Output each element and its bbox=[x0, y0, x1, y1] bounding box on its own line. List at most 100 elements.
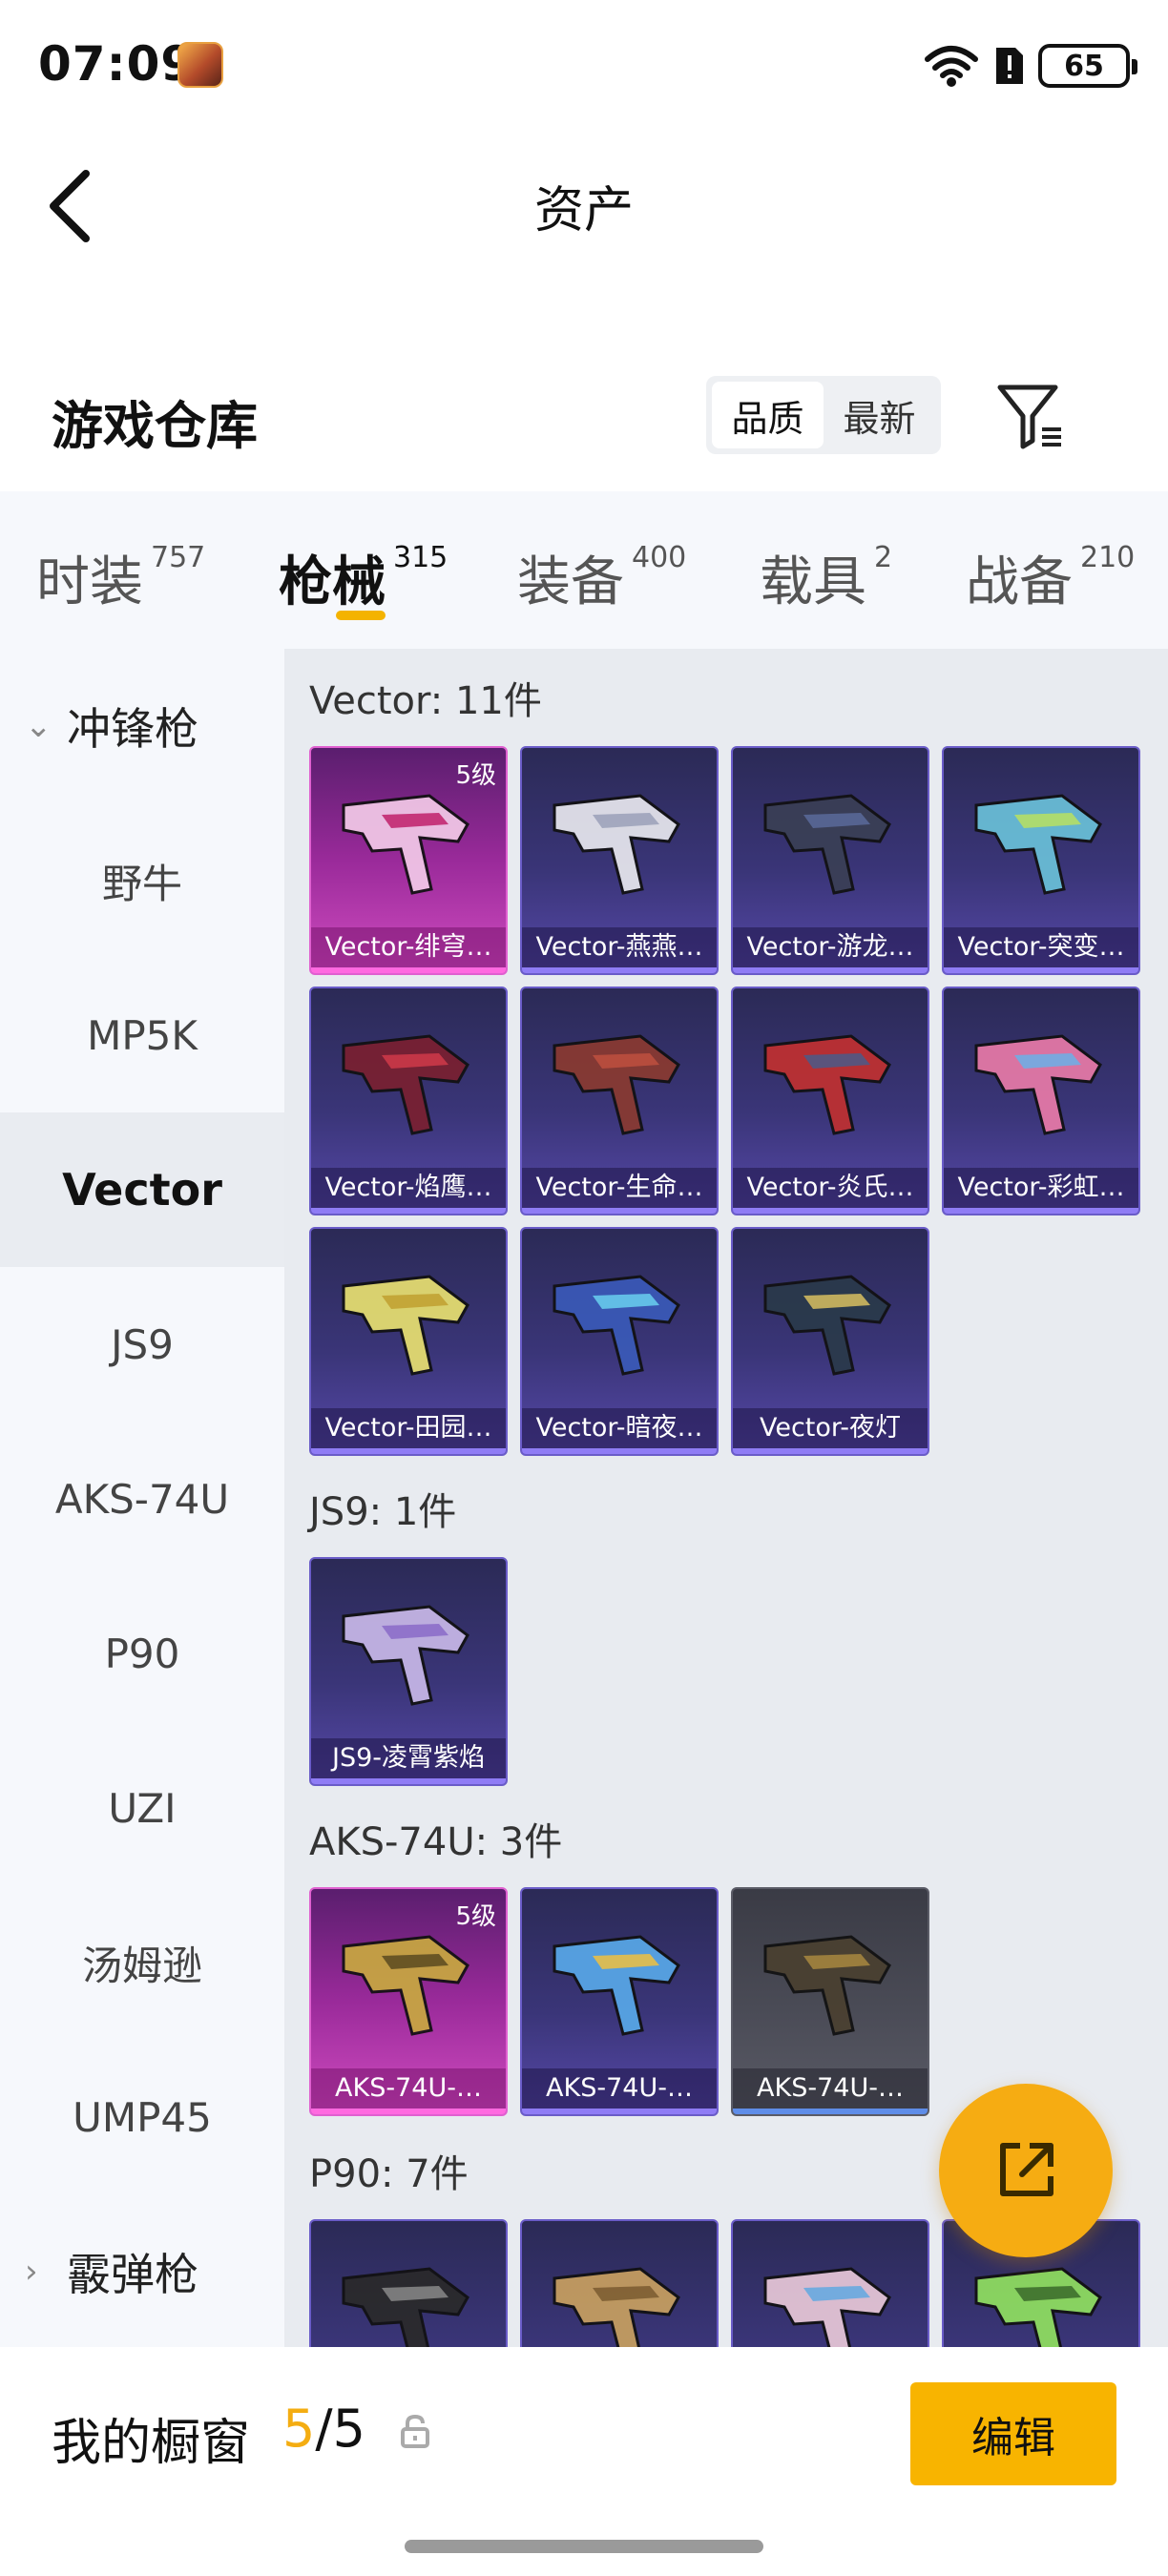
weapon-card-label: Vector-燕燕… bbox=[522, 927, 717, 967]
tab-label: 载具 bbox=[760, 551, 866, 613]
weapon-card[interactable]: Vector-焰鹰… bbox=[309, 987, 508, 1215]
weapon-card[interactable]: AKS-74U-… bbox=[731, 1887, 929, 2116]
sidebar-item-ump45[interactable]: UMP45 bbox=[0, 2040, 284, 2194]
game-app-icon bbox=[177, 42, 223, 88]
battery-level: 65 bbox=[1064, 49, 1104, 83]
weapon-card[interactable]: Vector-彩虹… bbox=[942, 987, 1140, 1215]
sort-toggle: 品质 最新 bbox=[706, 376, 941, 454]
tab-count: 757 bbox=[151, 541, 206, 574]
status-bar: 07:09 65 bbox=[0, 0, 1168, 134]
battery-icon: 65 bbox=[1038, 44, 1137, 88]
sidebar-item-uzi[interactable]: UZI bbox=[0, 1731, 284, 1885]
weapon-card[interactable] bbox=[309, 2219, 508, 2347]
showcase-label: 我的橱窗 bbox=[52, 2415, 251, 2472]
weapon-card[interactable]: 5级 AKS-74U-… bbox=[309, 1887, 508, 2116]
weapon-skin-image bbox=[553, 794, 680, 895]
weapon-card-label: Vector-焰鹰… bbox=[311, 1168, 506, 1208]
warehouse-title: 游戏仓库 bbox=[52, 396, 258, 456]
weapon-card[interactable]: Vector-生命… bbox=[520, 987, 719, 1215]
weapon-card[interactable]: Vector-夜灯 bbox=[731, 1227, 929, 1456]
tab-count: 2 bbox=[874, 541, 893, 574]
section-title-aks74u: AKS-74U: 3件 bbox=[309, 1820, 563, 1864]
sidebar-group-label: 冲锋枪 bbox=[67, 703, 198, 755]
tab-equipment[interactable]: 装备 400 bbox=[517, 539, 686, 616]
sort-latest-button[interactable]: 最新 bbox=[824, 382, 935, 448]
sidebar-item-vector[interactable]: Vector bbox=[0, 1112, 284, 1267]
weapon-card[interactable]: Vector-田园… bbox=[309, 1227, 508, 1456]
weapon-card-label: AKS-74U-… bbox=[522, 2068, 717, 2109]
filter-icon[interactable] bbox=[992, 378, 1069, 454]
tab-count: 315 bbox=[393, 541, 448, 574]
weapon-card-label: Vector-生命… bbox=[522, 1168, 717, 1208]
sidebar-group-shotgun[interactable]: › 霰弹枪 bbox=[0, 2194, 284, 2349]
sidebar-item-aks74u[interactable]: AKS-74U bbox=[0, 1422, 284, 1576]
weapon-card[interactable] bbox=[731, 2219, 929, 2347]
tab-label: 枪械 bbox=[279, 551, 386, 613]
weapon-card[interactable]: 5级 Vector-绯穹… bbox=[309, 746, 508, 975]
tab-supplies[interactable]: 战备 210 bbox=[966, 539, 1135, 616]
sidebar-item-bizon[interactable]: 野牛 bbox=[0, 803, 284, 958]
weapon-skin-image bbox=[763, 1034, 891, 1135]
showcase-count: 5/5 bbox=[282, 2399, 365, 2459]
weapon-card[interactable] bbox=[520, 2219, 719, 2347]
weapon-skin-image bbox=[342, 1034, 469, 1135]
showcase-separator: / bbox=[315, 2399, 333, 2459]
sidebar-item-mp5k[interactable]: MP5K bbox=[0, 958, 284, 1112]
showcase-total: 5 bbox=[332, 2399, 365, 2459]
weapon-skin-image bbox=[553, 1935, 680, 2036]
tab-firearms[interactable]: 枪械 315 bbox=[279, 539, 448, 616]
level-badge: 5级 bbox=[455, 761, 496, 790]
weapon-card[interactable]: Vector-游龙… bbox=[731, 746, 929, 975]
tab-count: 210 bbox=[1080, 541, 1136, 574]
edit-showcase-button[interactable]: 编辑 bbox=[910, 2382, 1116, 2485]
weapon-skin-image bbox=[763, 1935, 891, 2036]
weapon-card[interactable]: AKS-74U-… bbox=[520, 1887, 719, 2116]
weapon-card-label: Vector-炎氏… bbox=[733, 1168, 928, 1208]
weapon-skin-image bbox=[553, 1034, 680, 1135]
weapon-skin-image bbox=[974, 794, 1102, 895]
weapon-card-label: Vector-暗夜… bbox=[522, 1408, 717, 1448]
section-title-p90: P90: 7件 bbox=[309, 2152, 469, 2196]
sidebar-item-thompson[interactable]: 汤姆逊 bbox=[0, 1885, 284, 2040]
page-title: 资产 bbox=[533, 182, 634, 239]
section-title-vector: Vector: 11件 bbox=[309, 679, 542, 723]
weapon-skin-image bbox=[763, 2267, 891, 2347]
weapon-skin-image bbox=[974, 1034, 1102, 1135]
system-icons: 65 bbox=[924, 40, 1137, 92]
section-title-js9: JS9: 1件 bbox=[309, 1490, 457, 1534]
tab-count: 400 bbox=[632, 541, 687, 574]
weapon-card-label: Vector-夜灯 bbox=[733, 1408, 928, 1448]
weapon-card-label: AKS-74U-… bbox=[733, 2068, 928, 2109]
weapon-card-label: Vector-田园… bbox=[311, 1408, 506, 1448]
weapon-card[interactable]: JS9-凌霄紫焰 bbox=[309, 1557, 508, 1786]
tab-costume[interactable]: 时装 757 bbox=[36, 539, 205, 616]
sim-alert-icon bbox=[996, 48, 1023, 84]
chevron-right-icon: › bbox=[25, 2253, 38, 2291]
weapon-card-label: Vector-彩虹… bbox=[944, 1168, 1138, 1208]
weapon-skin-image bbox=[763, 794, 891, 895]
weapon-card[interactable]: Vector-突变… bbox=[942, 746, 1140, 975]
tab-label: 时装 bbox=[36, 551, 143, 613]
tab-vehicles[interactable]: 载具 2 bbox=[760, 539, 892, 616]
weapon-category-sidebar: ⌄ 冲锋枪 野牛 MP5K Vector JS9 AKS-74U P90 UZI… bbox=[0, 649, 284, 2347]
home-indicator[interactable] bbox=[405, 2540, 763, 2553]
weapon-skin-image bbox=[974, 2267, 1102, 2347]
weapon-skin-image bbox=[342, 1275, 469, 1376]
sidebar-item-js9[interactable]: JS9 bbox=[0, 1267, 284, 1422]
weapon-card[interactable]: Vector-暗夜… bbox=[520, 1227, 719, 1456]
weapon-card[interactable]: Vector-燕燕… bbox=[520, 746, 719, 975]
active-tab-indicator bbox=[336, 611, 386, 620]
level-badge: 5级 bbox=[455, 1902, 496, 1931]
weapon-card-label: Vector-绯穹… bbox=[311, 927, 506, 967]
status-time: 07:09 bbox=[38, 36, 196, 92]
wifi-icon bbox=[925, 46, 978, 87]
tab-label: 战备 bbox=[966, 551, 1073, 613]
category-tabs: 时装 757 枪械 315 装备 400 载具 2 战备 210 bbox=[0, 491, 1168, 649]
sidebar-group-smg[interactable]: ⌄ 冲锋枪 bbox=[0, 649, 284, 803]
share-fab-button[interactable] bbox=[939, 2084, 1113, 2257]
weapon-card[interactable]: Vector-炎氏… bbox=[731, 987, 929, 1215]
sort-quality-button[interactable]: 品质 bbox=[712, 382, 824, 448]
sidebar-item-p90[interactable]: P90 bbox=[0, 1576, 284, 1731]
weapon-skin-image bbox=[342, 1605, 469, 1706]
showcase-current: 5 bbox=[282, 2399, 316, 2459]
